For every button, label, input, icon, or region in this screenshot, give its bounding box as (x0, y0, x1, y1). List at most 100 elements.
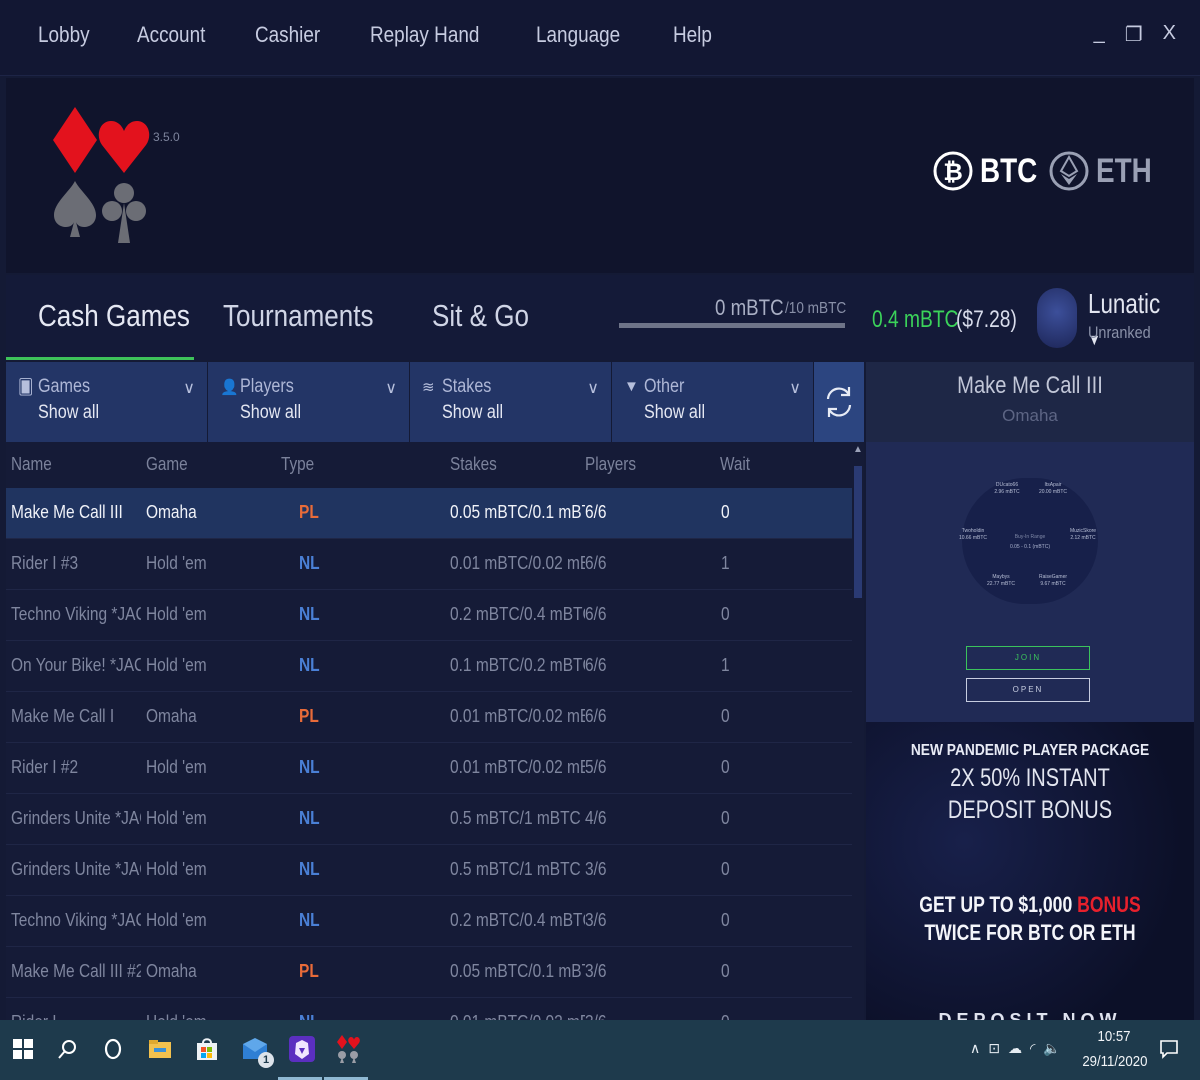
table-scrollbar[interactable]: ▲ (852, 442, 864, 1020)
search-icon[interactable] (53, 1034, 83, 1064)
cell-type: NL (299, 859, 320, 879)
volume-icon[interactable]: 🔈 (1043, 1040, 1060, 1057)
clock-date[interactable]: 29/11/2020 (1082, 1053, 1147, 1070)
table-body: Make Me Call III Omaha PL 0.05 mBTC/0.1 mBT… (6, 488, 852, 1020)
seat: DUcato66 2.96 mBTC (994, 482, 1020, 496)
avatar[interactable] (1037, 288, 1077, 348)
join-button[interactable]: JOIN (966, 646, 1090, 670)
menu-item-replay-hand[interactable]: Replay Hand (370, 22, 479, 48)
filter-games[interactable]: 🂠 Games Show all ∨ (6, 362, 207, 442)
cell-stakes: 0.05 mBTC/0.1 mBTC (450, 502, 585, 522)
table-row[interactable]: Rider I Hold 'em NL 0.01 mBTC/0.02 mBTC3/6 0 (6, 998, 852, 1020)
poker-app-icon[interactable] (333, 1034, 363, 1064)
cell-name: Techno Viking *JACKP (11, 910, 141, 930)
btc-currency[interactable]: ₿ BTC (932, 138, 1050, 204)
column-header-game[interactable]: Game (146, 454, 188, 475)
table-preview: DUcato66 2.96 mBTC ItsApair 20.00 mBTC Two… (866, 442, 1194, 722)
column-header-players[interactable]: Players (585, 454, 636, 475)
cell-type: NL (299, 553, 320, 573)
menu-item-account[interactable]: Account (137, 22, 205, 48)
store-icon[interactable] (192, 1034, 222, 1064)
cell-wait: 0 (721, 808, 730, 828)
cell-stakes: 0.01 mBTC/0.02 mBTC (450, 706, 585, 726)
column-header-wait[interactable]: Wait (720, 454, 750, 475)
column-header-name[interactable]: Name (11, 454, 52, 475)
clock-time[interactable]: 10:57 (1086, 1028, 1142, 1045)
system-tray: ∧ ⊡ ☁ ◜ 🔈 (970, 1040, 1061, 1057)
filter-value: Show all (38, 402, 100, 423)
cell-wait: 0 (721, 706, 730, 726)
cell-game: Omaha (146, 706, 197, 726)
cell-type: PL (299, 502, 319, 522)
promo-bonus-word: BONUS (1077, 892, 1141, 917)
close-button[interactable]: X (1163, 22, 1176, 47)
file-explorer-icon[interactable] (145, 1034, 175, 1064)
cell-wait: 1 (721, 655, 730, 675)
cell-type: NL (299, 808, 320, 828)
minimize-button[interactable]: _ (1094, 22, 1105, 47)
seat: Twoholdin 10.66 mBTC (958, 528, 988, 542)
seat-name: DUcato66 (995, 482, 1019, 488)
cloud-icon[interactable]: ☁ (1008, 1040, 1022, 1057)
filter-other[interactable]: ▼ Other Show all ∨ (612, 362, 813, 442)
menu-item-language[interactable]: Language (536, 22, 620, 48)
chevron-up-icon[interactable]: ∧ (970, 1040, 980, 1057)
cell-players: 6/6 (585, 655, 607, 675)
cell-name: Grinders Unite *JACKF (11, 859, 141, 879)
table-row[interactable]: Grinders Unite *JACKFHold 'em NL 0.5 mBTC/… (6, 794, 852, 845)
scroll-up-icon[interactable]: ▲ (852, 444, 864, 455)
scrollbar-thumb[interactable] (854, 466, 862, 598)
column-header-type[interactable]: Type (281, 454, 314, 475)
table-row[interactable]: Rider I #3 Hold 'em NL 0.01 mBTC/0.02 mBTC6… (6, 539, 852, 590)
seat-name: Maybys (992, 574, 1010, 580)
cell-game: Hold 'em (146, 808, 207, 828)
column-header-stakes[interactable]: Stakes (450, 454, 497, 475)
menu-item-help[interactable]: Help (673, 22, 712, 48)
browser-icon[interactable] (287, 1034, 317, 1064)
cell-players: 3/6 (585, 961, 607, 981)
cell-wait: 1 (721, 553, 730, 573)
cell-players: 3/6 (585, 859, 607, 879)
poker-table-graphic: DUcato66 2.96 mBTC ItsApair 20.00 mBTC Two… (959, 478, 1098, 604)
cell-game: Hold 'em (146, 553, 207, 573)
menu-item-lobby[interactable]: Lobby (38, 22, 90, 48)
cell-type: PL (299, 706, 319, 726)
table-row[interactable]: On Your Bike! *JACKP(Hold 'em NL 0.1 mBTC/… (6, 641, 852, 692)
seat-amount: 9.67 mBTC (1040, 581, 1066, 587)
tab-cash-games[interactable]: Cash Games (38, 298, 190, 334)
table-row[interactable]: Grinders Unite *JACKFHold 'em NL 0.5 mBTC/… (6, 845, 852, 896)
table-row[interactable]: Techno Viking *JACKPHold 'em NL 0.2 mBTC/0… (6, 590, 852, 641)
table-row[interactable]: Make Me Call III #2 Omaha PL 0.05 mBTC/0.1 … (6, 947, 852, 998)
cell-wait: 0 (721, 502, 730, 522)
cell-game: Omaha (146, 502, 197, 522)
seat: RaiseGamer 9.67 mBTC (1038, 574, 1068, 588)
network-device-icon[interactable]: ⊡ (988, 1040, 1000, 1057)
filter-label: Stakes (442, 376, 492, 397)
tab-tournaments[interactable]: Tournaments (223, 298, 374, 334)
cell-type: NL (299, 757, 320, 777)
cortana-icon[interactable] (98, 1034, 128, 1064)
table-row[interactable]: Techno Viking *JACKPHold 'em NL 0.2 mBTC/0… (6, 896, 852, 947)
restore-button[interactable]: ❐ (1125, 22, 1143, 47)
notifications-icon[interactable] (1154, 1034, 1184, 1064)
promo-banner[interactable]: NEW PANDEMIC PLAYER PACKAGE 2X 50% INSTA… (866, 722, 1194, 1020)
buyin-value: 0.05 - 0.1 (mBTC) (1009, 544, 1050, 550)
deposit-now-button[interactable]: DEPOSIT NOW (866, 1010, 1194, 1020)
open-button[interactable]: OPEN (966, 678, 1090, 702)
windows-start-icon[interactable] (8, 1034, 38, 1064)
wifi-icon[interactable]: ◜ (1030, 1040, 1035, 1057)
cell-wait: 0 (721, 1012, 730, 1020)
eth-currency[interactable]: ETH (1048, 138, 1164, 204)
tab-sit-and-go[interactable]: Sit & Go (432, 298, 529, 334)
filter-players[interactable]: 👤 Players Show all ∨ (208, 362, 409, 442)
refresh-button[interactable] (814, 362, 864, 442)
table-header: Name Game Type Stakes Players Wait (6, 442, 852, 488)
table-row[interactable]: Make Me Call III Omaha PL 0.05 mBTC/0.1 mBT… (6, 488, 852, 539)
cell-type: NL (299, 1012, 320, 1020)
promo-offer-line1: 2X 50% INSTANT (950, 764, 1110, 792)
filter-stakes[interactable]: ≋ Stakes Show all ∨ (410, 362, 611, 442)
menu-item-cashier[interactable]: Cashier (255, 22, 320, 48)
cash-games-table: Name Game Type Stakes Players Wait Make … (6, 442, 852, 1020)
table-row[interactable]: Make Me Call I Omaha PL 0.01 mBTC/0.02 mBTC… (6, 692, 852, 743)
table-row[interactable]: Rider I #2 Hold 'em NL 0.01 mBTC/0.02 mBTC5… (6, 743, 852, 794)
